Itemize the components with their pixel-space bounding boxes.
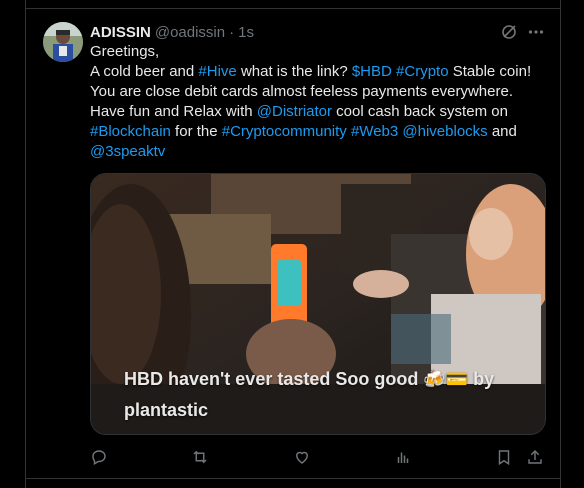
avatar[interactable]: [43, 22, 83, 62]
tweet-text: Greetings, A cold beer and #Hive what is …: [90, 42, 550, 162]
grok-icon[interactable]: [498, 22, 520, 42]
reply-icon[interactable]: [88, 446, 110, 468]
timestamp[interactable]: 1s: [238, 24, 254, 41]
separator: ·: [229, 23, 235, 41]
tweet-link[interactable]: @hiveblocks: [402, 123, 487, 140]
column-border-right: [560, 0, 561, 488]
like-icon[interactable]: [291, 446, 313, 468]
column-border-left: [25, 0, 26, 488]
tweet-header: ADISSIN @oadissin · 1s: [90, 22, 254, 42]
retweet-icon[interactable]: [189, 446, 211, 468]
tweet-link[interactable]: @Distriator: [257, 103, 332, 120]
tweet-link[interactable]: #Cryptocommunity: [222, 123, 347, 140]
media-caption: HBD haven't ever tasted Soo good 🍻💳 by p…: [124, 364, 524, 426]
tweet-link[interactable]: @3speaktv: [90, 143, 165, 160]
media-video[interactable]: HBD haven't ever tasted Soo good 🍻💳 by p…: [90, 173, 546, 435]
tweet-link[interactable]: #Hive: [198, 63, 236, 80]
tweet-text-segment: for the: [170, 123, 222, 140]
tweet-text-segment: and: [487, 123, 517, 140]
bottom-divider: [25, 478, 561, 479]
author-handle[interactable]: @oadissin: [155, 24, 225, 41]
tweet-text-segment: what is the link?: [236, 63, 352, 80]
tweet-link[interactable]: #Blockchain: [90, 123, 171, 140]
views-icon[interactable]: [392, 446, 414, 468]
tweet-link[interactable]: #Web3: [351, 123, 398, 140]
tweet-text-segment: Greetings,: [90, 43, 160, 60]
tweet-link[interactable]: $HBD: [352, 63, 392, 80]
media-caption-line-1: HBD haven't ever tasted Soo good 🍻💳 by: [124, 369, 495, 389]
more-icon[interactable]: [524, 22, 548, 42]
tweet-text-segment: cool cash back system on: [332, 103, 508, 120]
bookmark-icon[interactable]: [493, 446, 515, 468]
author-name[interactable]: ADISSIN: [90, 24, 151, 41]
tweet-link[interactable]: #Crypto: [396, 63, 449, 80]
top-divider: [25, 8, 561, 9]
share-icon[interactable]: [524, 446, 546, 468]
media-caption-line-2: plantastic: [124, 400, 209, 420]
action-bar: [0, 446, 584, 468]
tweet-text-segment: A cold beer and: [90, 63, 199, 80]
